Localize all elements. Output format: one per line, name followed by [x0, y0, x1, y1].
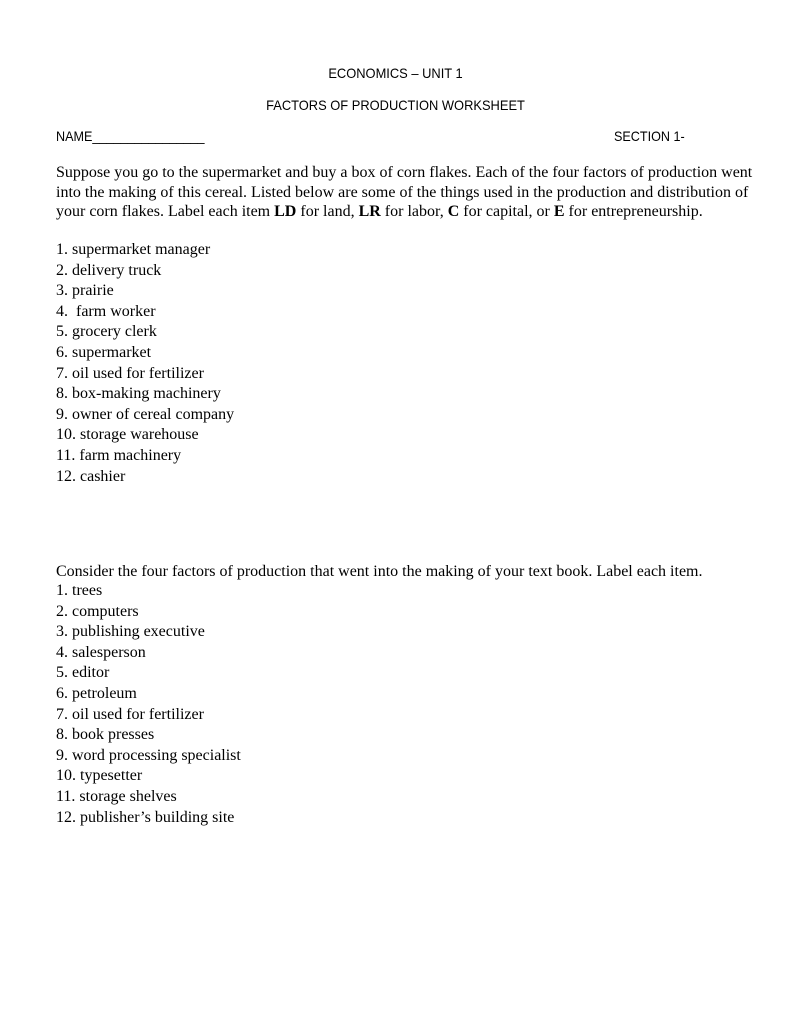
code-entrepreneurship: E	[553, 203, 565, 220]
list-item: 1. supermarket manager	[56, 241, 211, 258]
list-item: 1. trees	[56, 582, 103, 599]
page-subtitle: FACTORS OF PRODUCTION WORKSHEET	[266, 97, 525, 113]
part2-instructions: Consider the four factors of production …	[56, 563, 703, 580]
list-item: 5. editor	[56, 664, 110, 682]
code-capital: C	[447, 203, 460, 220]
list-item: 3. prairie	[56, 282, 114, 300]
code-labor: LR	[358, 203, 381, 220]
part1-instructions: Suppose you go to the supermarket and bu…	[56, 163, 756, 222]
list-item: 3. publishing executive	[56, 623, 205, 641]
part1-item-list: 1. supermarket manager 2. delivery truck…	[56, 240, 234, 487]
list-item: 4. salesperson	[56, 643, 146, 661]
list-item: 9. word processing specialist	[56, 746, 241, 764]
name-field-label: NAME________________	[56, 128, 205, 144]
code-land: LD	[274, 203, 297, 220]
page-title: ECONOMICS – UNIT 1	[328, 65, 463, 81]
list-item: 7. oil used for fertilizer	[56, 705, 204, 723]
intro-text-d: for capital, or	[459, 203, 554, 220]
list-item: 10. typesetter	[56, 767, 143, 785]
intro-text-c: for labor,	[380, 203, 448, 220]
list-item: 11. storage shelves	[56, 787, 177, 805]
list-item: 9. owner of cereal company	[56, 405, 235, 423]
intro-text-b: for land,	[296, 203, 359, 220]
list-item: 6. supermarket	[56, 343, 152, 361]
part2-item-list: 1. trees 2. computers 3. publishing exec…	[56, 581, 241, 828]
section-field-label: SECTION 1-	[614, 128, 685, 144]
list-item: 12. cashier	[56, 467, 126, 485]
intro-text-f: for entrepreneurship.	[564, 203, 703, 220]
list-item: 10. storage warehouse	[56, 426, 199, 444]
worksheet-page: ECONOMICS – UNIT 1 FACTORS OF PRODUCTION…	[0, 0, 791, 1024]
list-item: 8. book presses	[56, 726, 155, 744]
list-item: 8. box-making machinery	[56, 385, 221, 403]
list-item: 4. farm worker	[56, 302, 156, 320]
list-item: 7. oil used for fertilizer	[56, 364, 204, 382]
list-item: 2. computers	[56, 602, 139, 620]
list-item: 12. publisher’s building site	[56, 808, 235, 826]
list-item: 6. petroleum	[56, 684, 137, 702]
list-item: 5. grocery clerk	[56, 323, 157, 341]
list-item: 2. delivery truck	[56, 261, 162, 279]
list-item: 11. farm machinery	[56, 446, 182, 464]
